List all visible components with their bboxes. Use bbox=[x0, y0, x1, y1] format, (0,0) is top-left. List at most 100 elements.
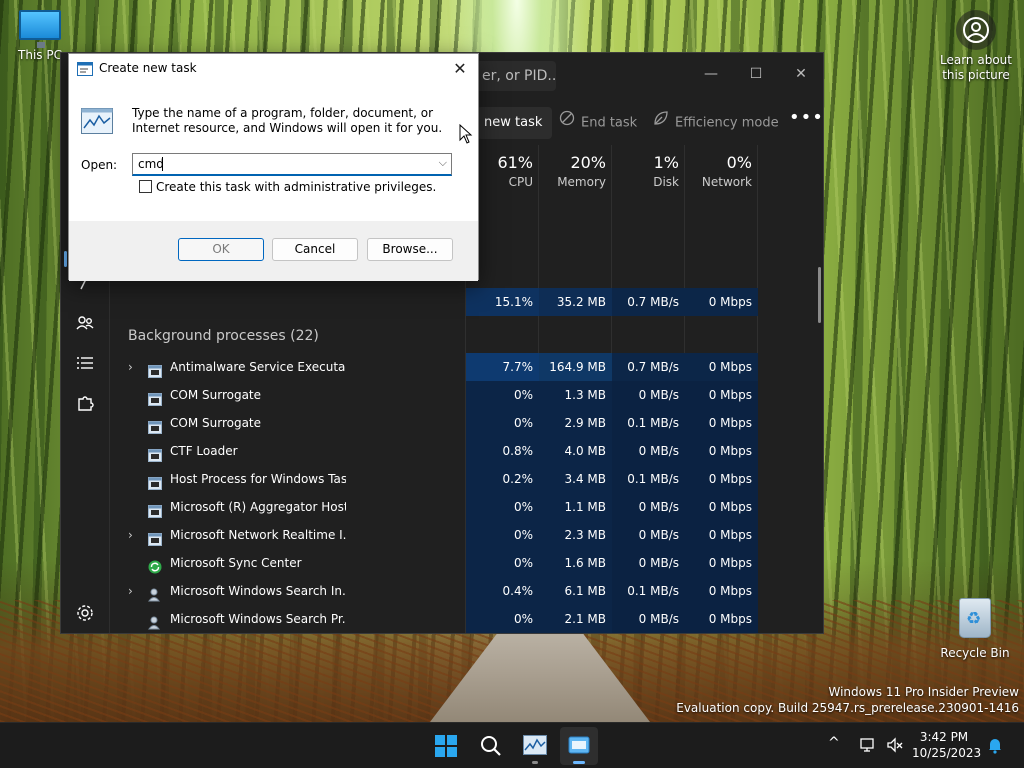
network-cell: 0 Mbps bbox=[685, 465, 758, 493]
disk-cell: 0.7 MB/s bbox=[612, 288, 685, 316]
disk-cell: 0.1 MB/s bbox=[612, 465, 685, 493]
dialog-body: Type the name of a program, folder, docu… bbox=[69, 84, 478, 221]
open-input[interactable]: cmd bbox=[138, 157, 164, 171]
table-row[interactable]: COM Surrogate 0% 2.9 MB 0.1 MB/s 0 Mbps bbox=[110, 409, 823, 437]
memory-cell: 3.4 MB bbox=[539, 465, 612, 493]
process-name: Host Process for Windows Tasks bbox=[170, 472, 346, 486]
network-label: Network bbox=[701, 175, 752, 189]
table-row[interactable]: CTF Loader 0.8% 4.0 MB 0 MB/s 0 Mbps bbox=[110, 437, 823, 465]
show-hidden-icons-button[interactable]: ^ bbox=[828, 735, 848, 768]
memory-cell: 2.9 MB bbox=[539, 409, 612, 437]
table-row[interactable]: OneDrive 0%5.9 MB0 MB/s0 Mbps bbox=[110, 633, 824, 634]
process-name: Antimalware Service Executable bbox=[170, 360, 346, 374]
taskbar-app-run[interactable] bbox=[560, 727, 598, 765]
network-cell: 0 Mbps bbox=[685, 521, 758, 549]
column-header-network[interactable]: 0% Network bbox=[685, 153, 758, 201]
memory-cell: 2.1 MB bbox=[539, 605, 612, 633]
process-name: Microsoft Windows Search In... bbox=[170, 584, 346, 598]
taskbar-app-task-manager[interactable] bbox=[516, 727, 554, 765]
active-indicator bbox=[573, 761, 585, 764]
disk-cell: 0 MB/s bbox=[612, 633, 685, 634]
window-icon bbox=[148, 444, 162, 462]
dialog-close-button[interactable]: ✕ bbox=[448, 57, 472, 81]
table-row[interactable]: Microsoft Windows Search Pr... 0% 2.1 MB 0 … bbox=[110, 605, 823, 633]
sidebar-item-settings[interactable] bbox=[75, 603, 95, 623]
notification-bell-icon[interactable] bbox=[986, 736, 1004, 768]
memory-cell: 4.0 MB bbox=[539, 437, 612, 465]
window-icon bbox=[148, 416, 162, 434]
network-cell: 0 Mbps bbox=[685, 577, 758, 605]
chevron-down-icon[interactable]: ⌵ bbox=[439, 156, 447, 170]
memory-label: Memory bbox=[557, 175, 606, 189]
run-icon bbox=[77, 62, 93, 76]
disk-cell: 0 MB/s bbox=[612, 437, 685, 465]
sidebar-item-details[interactable] bbox=[75, 353, 95, 373]
block-icon bbox=[559, 107, 575, 139]
column-header-memory[interactable]: 20% Memory bbox=[539, 153, 612, 201]
end-task-button[interactable]: End task bbox=[559, 107, 637, 139]
desktop-icon-recycle-bin[interactable]: ♻ Recycle Bin bbox=[940, 598, 1010, 660]
network-icon[interactable] bbox=[860, 736, 878, 768]
sidebar-item-users[interactable] bbox=[75, 313, 95, 333]
efficiency-mode-button[interactable]: Efficiency mode bbox=[653, 107, 779, 139]
table-row[interactable]: Host Process for Windows Tasks 0.2% 3.4 MB… bbox=[110, 465, 823, 493]
browse-button[interactable]: Browse... bbox=[367, 238, 453, 261]
desktop-icon-learn-about-picture[interactable]: Learn about this picture bbox=[936, 10, 1016, 83]
leaf-icon bbox=[653, 107, 669, 139]
cpu-cell: 15.1% bbox=[466, 288, 539, 316]
cpu-cell: 0.2% bbox=[466, 465, 539, 493]
run-new-task-label: new task bbox=[484, 115, 543, 130]
memory-cell: 1.1 MB bbox=[539, 493, 612, 521]
process-name: CTF Loader bbox=[170, 444, 238, 458]
running-indicator bbox=[532, 761, 538, 764]
watermark-edition: Windows 11 Pro Insider Preview bbox=[828, 685, 1019, 699]
network-cell: 0 Mbps bbox=[685, 409, 758, 437]
more-options-button[interactable]: ••• bbox=[789, 107, 823, 128]
task-manager-graph-icon bbox=[81, 108, 113, 134]
scrollbar-thumb[interactable] bbox=[818, 267, 821, 323]
column-header-disk[interactable]: 1% Disk bbox=[612, 153, 685, 201]
table-row[interactable]: Microsoft Sync Center 0% 1.6 MB 0 MB/s 0 Mbp… bbox=[110, 549, 823, 577]
chevron-right-icon[interactable]: › bbox=[128, 577, 133, 605]
search-button[interactable] bbox=[472, 727, 510, 765]
chevron-right-icon[interactable]: › bbox=[128, 353, 133, 381]
table-row[interactable]: › Microsoft Windows Search In... 0.4% 6.1 M… bbox=[110, 577, 823, 605]
search-person-icon bbox=[148, 584, 162, 602]
windows-logo-icon bbox=[435, 735, 457, 757]
monitor-icon bbox=[19, 10, 61, 48]
maximize-button[interactable]: ☐ bbox=[734, 59, 778, 89]
list-icon bbox=[77, 357, 93, 369]
chevron-right-icon[interactable]: › bbox=[128, 521, 133, 549]
table-row[interactable]: › Microsoft Network Realtime I... 0% 2.3 MB… bbox=[110, 521, 823, 549]
section-background-processes[interactable]: Background processes (22) bbox=[128, 328, 319, 344]
table-row[interactable]: 15.1% 35.2 MB 0.7 MB/s 0 Mbps bbox=[110, 288, 823, 316]
start-button[interactable] bbox=[427, 727, 465, 765]
memory-cell: 5.9 MB bbox=[539, 633, 612, 634]
system-clock[interactable]: 3:42 PM 10/25/2023 bbox=[912, 729, 981, 761]
minimize-button[interactable]: — bbox=[689, 59, 733, 89]
desktop-icon-label: Recycle Bin bbox=[940, 646, 1010, 660]
ok-button[interactable]: OK bbox=[178, 238, 264, 261]
search-icon bbox=[481, 736, 501, 756]
table-row[interactable]: Microsoft (R) Aggregator Host 0% 1.1 MB 0 M… bbox=[110, 493, 823, 521]
network-cell: 0 Mbps bbox=[685, 493, 758, 521]
task-manager-icon bbox=[523, 735, 547, 755]
cpu-cell: 0% bbox=[466, 381, 539, 409]
admin-checkbox-row[interactable]: Create this task with administrative pri… bbox=[139, 180, 436, 194]
taskbar: ^ 3:42 PM 10/25/2023 bbox=[0, 722, 1024, 768]
disk-cell: 0 MB/s bbox=[612, 605, 685, 633]
open-combobox[interactable]: cmd ⌵ bbox=[132, 153, 452, 176]
process-name: Microsoft Sync Center bbox=[170, 556, 302, 570]
sidebar-item-services[interactable] bbox=[75, 393, 95, 413]
admin-checkbox[interactable] bbox=[139, 180, 152, 193]
network-cell: 0 Mbps bbox=[685, 381, 758, 409]
volume-muted-icon[interactable] bbox=[886, 736, 904, 768]
open-label: Open: bbox=[81, 158, 118, 172]
table-row[interactable]: COM Surrogate 0% 1.3 MB 0 MB/s 0 Mbps bbox=[110, 381, 823, 409]
run-new-task-button[interactable]: new task bbox=[477, 107, 553, 139]
cpu-cell: 0% bbox=[466, 605, 539, 633]
table-row[interactable]: › Antimalware Service Executable 7.7% 164.9… bbox=[110, 353, 823, 381]
cancel-button[interactable]: Cancel bbox=[272, 238, 358, 261]
search-input[interactable]: er, or PID... bbox=[476, 61, 556, 91]
close-button[interactable]: ✕ bbox=[779, 59, 823, 89]
